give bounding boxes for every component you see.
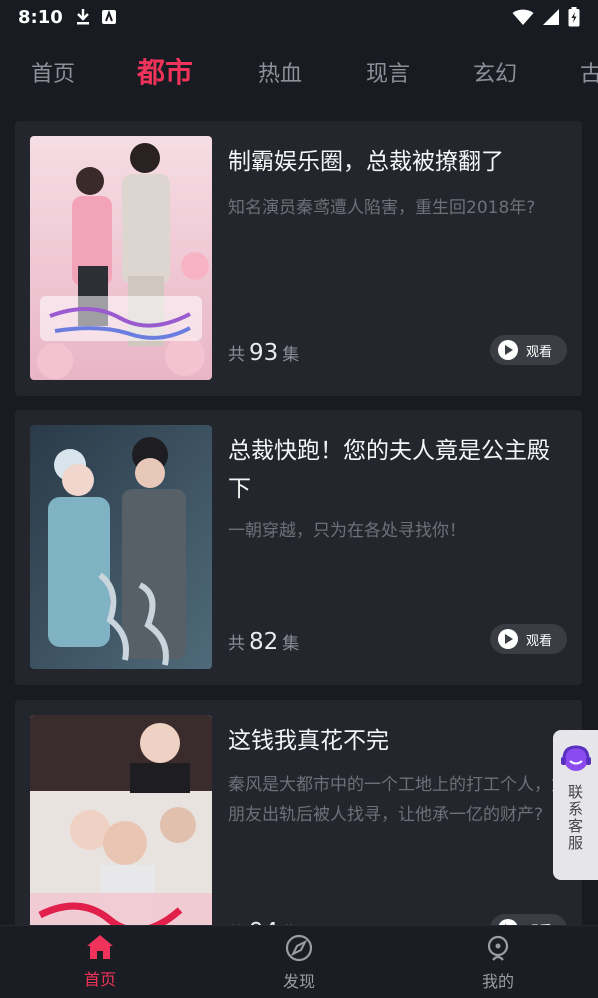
- play-icon: [498, 629, 518, 649]
- home-icon: [87, 935, 113, 959]
- tab-fantasy[interactable]: 玄幻: [473, 56, 517, 88]
- drama-card[interactable]: 制霸娱乐圈，总裁被撩翻了 知名演员秦鸢遭人陷害，重生回2018年? 共 93 集…: [15, 121, 582, 396]
- customer-service-icon: [560, 745, 591, 771]
- play-icon: [498, 340, 518, 360]
- status-time: 8:10: [18, 6, 63, 28]
- episode-count: 共 93 集: [228, 340, 299, 366]
- nav-profile[interactable]: 我的: [448, 934, 548, 992]
- status-bar: 8:10: [0, 0, 598, 34]
- drama-description: 秦风是大都市中的一个工地上的打工个人，女朋友出轨后被人找寻，让他承一亿的财产?: [228, 775, 568, 825]
- nav-discover-label: 发现: [282, 972, 315, 991]
- episode-count: 共 82 集: [228, 629, 299, 655]
- drama-cover-image[interactable]: [30, 136, 212, 380]
- tab-urban[interactable]: 都市: [137, 51, 193, 91]
- watch-button-label: 观看: [526, 344, 553, 360]
- customer-service-button[interactable]: 联系客服: [553, 730, 598, 880]
- discover-icon: [285, 934, 313, 962]
- episode-count-suffix: 集: [282, 634, 300, 654]
- nav-profile-label: 我的: [481, 972, 514, 991]
- nav-discover[interactable]: 发现: [249, 934, 349, 992]
- episode-count-suffix: 集: [282, 345, 300, 365]
- nav-home[interactable]: 首页: [50, 934, 150, 990]
- drama-description: 一朝穿越，只为在各处寻找你！: [228, 521, 466, 541]
- drama-title: 总裁快跑！您的夫人竟是公主殿下: [228, 438, 550, 502]
- app-notification-icon: [101, 10, 116, 24]
- download-icon: [76, 9, 89, 25]
- wifi-icon: [512, 9, 534, 25]
- battery-icon: [568, 7, 580, 27]
- tab-home[interactable]: 首页: [31, 56, 75, 88]
- episode-count-prefix: 共: [228, 634, 245, 654]
- signal-icon: [543, 9, 559, 25]
- watch-button-label: 观看: [526, 633, 553, 649]
- drama-cover-image[interactable]: [30, 425, 212, 669]
- episode-count-number: 82: [249, 629, 279, 655]
- episode-count-prefix: 共: [228, 345, 245, 365]
- customer-service-label: 联系客服: [566, 784, 584, 852]
- drama-title: 这钱我真花不完: [228, 728, 389, 754]
- tab-hot-blood[interactable]: 热血: [258, 56, 302, 88]
- tab-modern-romance[interactable]: 现言: [366, 56, 410, 88]
- profile-icon: [487, 935, 509, 961]
- drama-title: 制霸娱乐圈，总裁被撩翻了: [228, 149, 504, 175]
- category-tabs: 首页 都市 热血 现言 玄幻 古: [0, 44, 598, 98]
- drama-description: 知名演员秦鸢遭人陷害，重生回2018年?: [228, 198, 536, 218]
- watch-button[interactable]: 观看: [490, 624, 567, 654]
- nav-home-label: 首页: [83, 970, 116, 989]
- episode-count-number: 93: [249, 340, 279, 366]
- drama-cover-image[interactable]: [30, 715, 212, 959]
- drama-card[interactable]: 总裁快跑！您的夫人竟是公主殿下 一朝穿越，只为在各处寻找你！ 共 82 集 观看: [15, 410, 582, 685]
- bottom-navigation: 首页 发现 我的: [0, 925, 598, 998]
- watch-button[interactable]: 观看: [490, 335, 567, 365]
- tab-ancient[interactable]: 古: [580, 56, 598, 88]
